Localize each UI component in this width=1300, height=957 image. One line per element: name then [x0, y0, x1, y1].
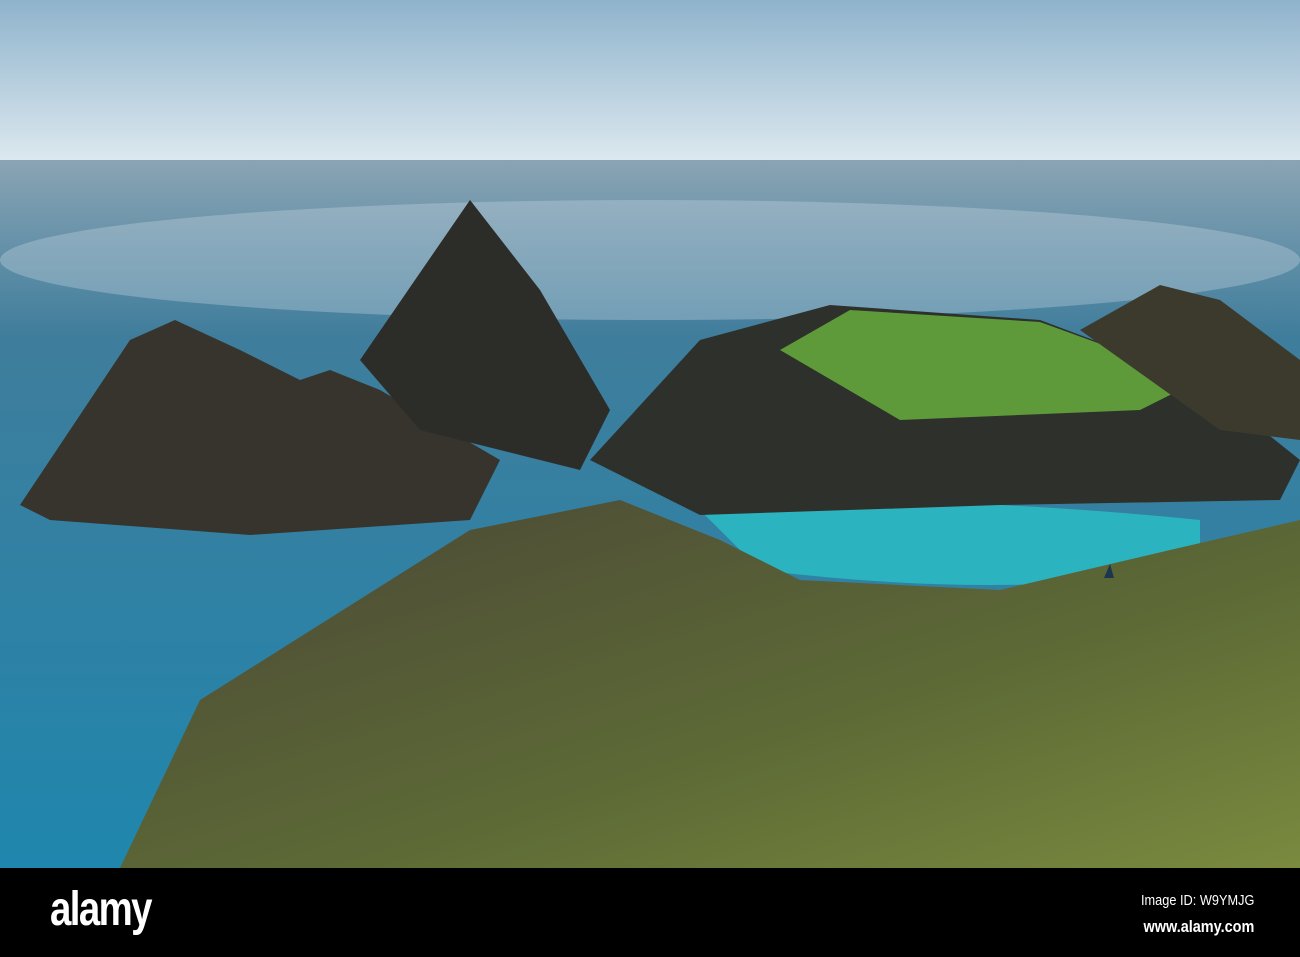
image-id: Image ID: W9YMJG	[1140, 892, 1254, 909]
alamy-logo: alamy	[50, 883, 152, 936]
landscape-photo	[0, 0, 1300, 868]
watermark-footer: alamy Image ID: W9YMJG www.alamy.com	[0, 868, 1300, 957]
sky	[0, 0, 1300, 160]
website-link[interactable]: www.alamy.com	[1141, 917, 1254, 937]
sun-glare	[0, 200, 1300, 320]
stock-photo: alamy Image ID: W9YMJG www.alamy.com	[0, 0, 1300, 957]
